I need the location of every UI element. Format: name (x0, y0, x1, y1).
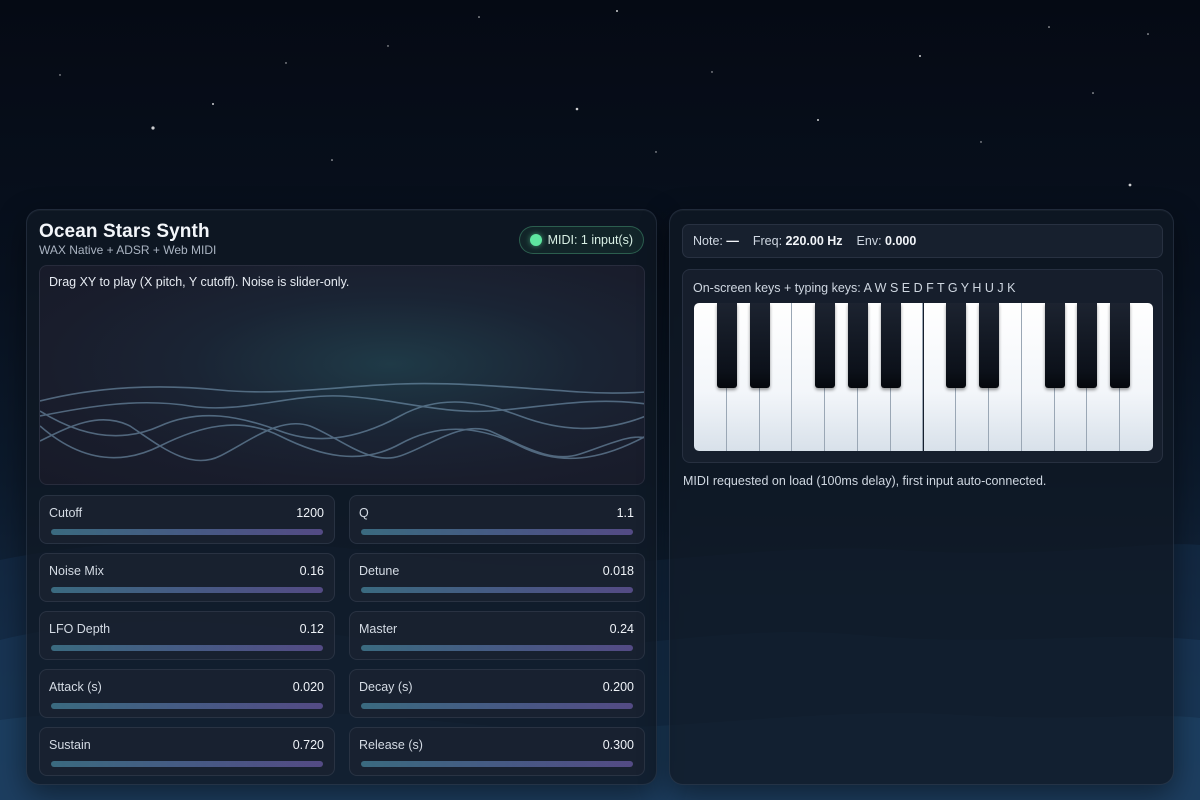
piano-black-key[interactable] (815, 303, 836, 388)
piano-black-key[interactable] (749, 303, 770, 388)
keyboard-hint: On-screen keys + typing keys: A W S E D … (693, 281, 1016, 295)
note-readout: Note: — (693, 234, 739, 248)
sustain-value: 0.720 (292, 738, 324, 752)
midi-status-badge[interactable]: MIDI: 1 input(s) (518, 226, 644, 254)
decay-slider[interactable] (361, 703, 633, 709)
env-value: 0.000 (885, 234, 917, 248)
decay-value: 0.200 (602, 680, 634, 694)
release-value: 0.300 (602, 738, 634, 752)
env-label: Env: (856, 234, 882, 248)
q-label: Q (359, 506, 369, 520)
detune-value: 0.018 (602, 564, 634, 578)
freq-readout: Freq: 220.00 Hz (753, 234, 843, 248)
master-label: Master (359, 622, 398, 636)
piano-black-key[interactable] (716, 303, 737, 388)
waveform-visual (40, 382, 644, 462)
keyboard-container: On-screen keys + typing keys: A W S E D … (682, 269, 1163, 463)
cutoff-slider[interactable] (51, 529, 323, 535)
detune-slider[interactable] (361, 587, 633, 593)
midi-info-text: MIDI requested on load (100ms delay), fi… (683, 474, 1047, 488)
lfo-depth-value: 0.12 (299, 622, 324, 636)
noise-mix-value: 0.16 (299, 564, 324, 578)
piano-black-key[interactable] (1110, 303, 1131, 388)
decay-control: Decay (s) 0.200 (349, 669, 645, 718)
piano-keyboard (694, 303, 1153, 451)
status-bar: Note: — Freq: 220.00 Hz Env: 0.000 (682, 224, 1163, 258)
lfo-depth-control: LFO Depth 0.12 (39, 611, 335, 660)
noise-mix-control: Noise Mix 0.16 (39, 553, 335, 602)
master-control: Master 0.24 (349, 611, 645, 660)
detune-label: Detune (359, 564, 400, 578)
noise-mix-slider[interactable] (51, 587, 323, 593)
noise-mix-label: Noise Mix (49, 564, 104, 578)
release-slider[interactable] (361, 761, 633, 767)
note-label: Note: (693, 234, 723, 248)
attack-label: Attack (s) (49, 680, 102, 694)
master-value: 0.24 (609, 622, 634, 636)
release-control: Release (s) 0.300 (349, 727, 645, 776)
piano-black-key[interactable] (847, 303, 868, 388)
detune-control: Detune 0.018 (349, 553, 645, 602)
cutoff-control: Cutoff 1200 (39, 495, 335, 544)
app-title: Ocean Stars Synth (39, 221, 210, 242)
xy-pad[interactable]: Drag XY to play (X pitch, Y cutoff). Noi… (39, 265, 645, 485)
keyboard-panel: Note: — Freq: 220.00 Hz Env: 0.000 On-sc… (669, 209, 1174, 785)
controls-grid: Cutoff 1200 Q 1.1 Noise Mix 0.16 Detune … (39, 495, 645, 776)
note-value: — (726, 234, 739, 248)
midi-status-dot-icon (529, 234, 542, 246)
sustain-label: Sustain (49, 738, 91, 752)
attack-value: 0.020 (292, 680, 324, 694)
attack-control: Attack (s) 0.020 (39, 669, 335, 718)
release-label: Release (s) (359, 738, 423, 752)
q-value: 1.1 (616, 506, 634, 520)
piano-black-key[interactable] (880, 303, 901, 388)
midi-status-label: MIDI: 1 input(s) (547, 233, 633, 247)
piano-black-key[interactable] (1044, 303, 1065, 388)
freq-label: Freq: (752, 234, 783, 248)
freq-value: 220.00 Hz (785, 234, 843, 248)
cutoff-label: Cutoff (49, 506, 83, 520)
synth-panel: Ocean Stars Synth WAX Native + ADSR + We… (26, 209, 657, 785)
cutoff-value: 1200 (296, 506, 324, 520)
sustain-slider[interactable] (51, 761, 323, 767)
piano-black-key[interactable] (1077, 303, 1098, 388)
piano-black-key[interactable] (979, 303, 1000, 388)
lfo-depth-slider[interactable] (51, 645, 323, 651)
piano-black-key[interactable] (946, 303, 967, 388)
xy-pad-hint: Drag XY to play (X pitch, Y cutoff). Noi… (49, 275, 350, 289)
attack-slider[interactable] (51, 703, 323, 709)
q-control: Q 1.1 (349, 495, 645, 544)
master-slider[interactable] (361, 645, 633, 651)
env-readout: Env: 0.000 (857, 234, 917, 248)
sustain-control: Sustain 0.720 (39, 727, 335, 776)
lfo-depth-label: LFO Depth (49, 622, 111, 636)
app-subtitle: WAX Native + ADSR + Web MIDI (39, 243, 217, 257)
decay-label: Decay (s) (359, 680, 413, 694)
q-slider[interactable] (361, 529, 633, 535)
